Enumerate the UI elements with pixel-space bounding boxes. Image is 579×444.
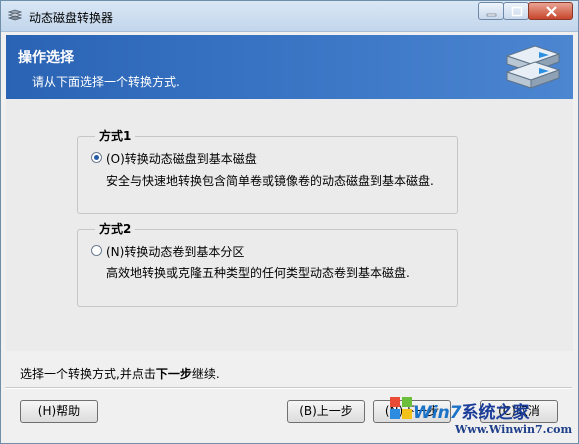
maximize-button[interactable] (503, 2, 529, 20)
watermark-url: Www.Winwin7.com (455, 423, 573, 436)
wizard-header: 操作选择 请从下面选择一个转换方式. (6, 35, 573, 99)
minimize-button[interactable] (478, 2, 504, 20)
status-prefix: 选择一个转换方式,并点击 (20, 367, 156, 381)
header-title: 操作选择 (18, 50, 74, 66)
window-title: 动态磁盘转换器 (29, 11, 114, 25)
option-2-radio[interactable] (91, 245, 102, 256)
radio-selected-dot (94, 155, 99, 160)
option-2-label[interactable]: (N)转换动态卷到基本分区 (106, 243, 244, 260)
status-text: 选择一个转换方式,并点击下一步继续. (20, 365, 220, 382)
status-bold: 下一步 (155, 367, 192, 381)
header-subtitle: 请从下面选择一个转换方式. (32, 75, 180, 89)
option-1-label[interactable]: (O)转换动态磁盘到基本磁盘 (106, 150, 257, 167)
watermark-logo-icon (390, 397, 412, 419)
option-1-description: 安全与快速地转换包含简单卷或镜像卷的动态磁盘到基本磁盘. (106, 174, 434, 188)
disk-convert-icon (505, 45, 561, 89)
watermark: Win7系统之家 Www.Winwin7.com (387, 392, 579, 444)
footer-divider (5, 387, 572, 389)
status-suffix: 继续. (191, 367, 220, 381)
minimize-icon (486, 13, 497, 17)
watermark-brand: Win7系统之家 (413, 398, 530, 423)
app-icon (8, 9, 22, 21)
option-2-description: 高效地转换或克隆五种类型的任何类型动态卷到基本磁盘. (106, 266, 410, 280)
option-2-legend: 方式2 (95, 220, 136, 237)
maximize-icon (511, 6, 523, 17)
option-1-radio[interactable] (91, 152, 102, 163)
watermark-brand-cn: 系统之家 (461, 403, 530, 423)
option-1-legend: 方式1 (95, 127, 136, 144)
title-bar[interactable]: 动态磁盘转换器 (1, 1, 578, 32)
watermark-brand-en: Win7 (413, 403, 462, 423)
help-button[interactable]: (H)帮助 (20, 400, 98, 423)
back-button[interactable]: (B)上一步 (287, 400, 365, 423)
close-icon (546, 6, 557, 17)
close-button[interactable] (528, 2, 573, 20)
